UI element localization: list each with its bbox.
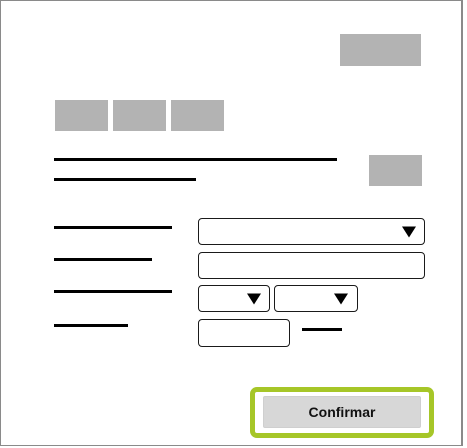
field-suffix-line-4 xyxy=(302,328,342,331)
tab-placeholder-1[interactable] xyxy=(55,100,108,131)
dropdown-field-1[interactable] xyxy=(198,218,425,245)
chevron-down-icon xyxy=(334,293,348,304)
dropdown-field-3a[interactable] xyxy=(198,285,270,312)
dialog-frame xyxy=(0,0,463,446)
heading-line-2 xyxy=(54,178,196,181)
field-label-line-1 xyxy=(54,226,172,229)
confirm-button-label: Confirmar xyxy=(308,404,376,420)
field-label-line-4 xyxy=(54,324,128,327)
heading-line-1 xyxy=(54,158,337,161)
chevron-down-icon xyxy=(247,293,261,304)
chevron-down-icon xyxy=(402,226,416,237)
top-right-placeholder-block xyxy=(340,34,421,66)
dropdown-field-3b[interactable] xyxy=(274,285,358,312)
tab-placeholder-2[interactable] xyxy=(113,100,166,131)
field-label-line-3 xyxy=(54,290,172,293)
heading-side-placeholder-block xyxy=(369,155,422,186)
tab-placeholder-3[interactable] xyxy=(171,100,224,131)
text-input-field-2[interactable] xyxy=(198,252,425,279)
text-input-field-4[interactable] xyxy=(198,319,290,347)
field-label-line-2 xyxy=(54,258,152,261)
confirm-button[interactable]: Confirmar xyxy=(263,396,421,428)
